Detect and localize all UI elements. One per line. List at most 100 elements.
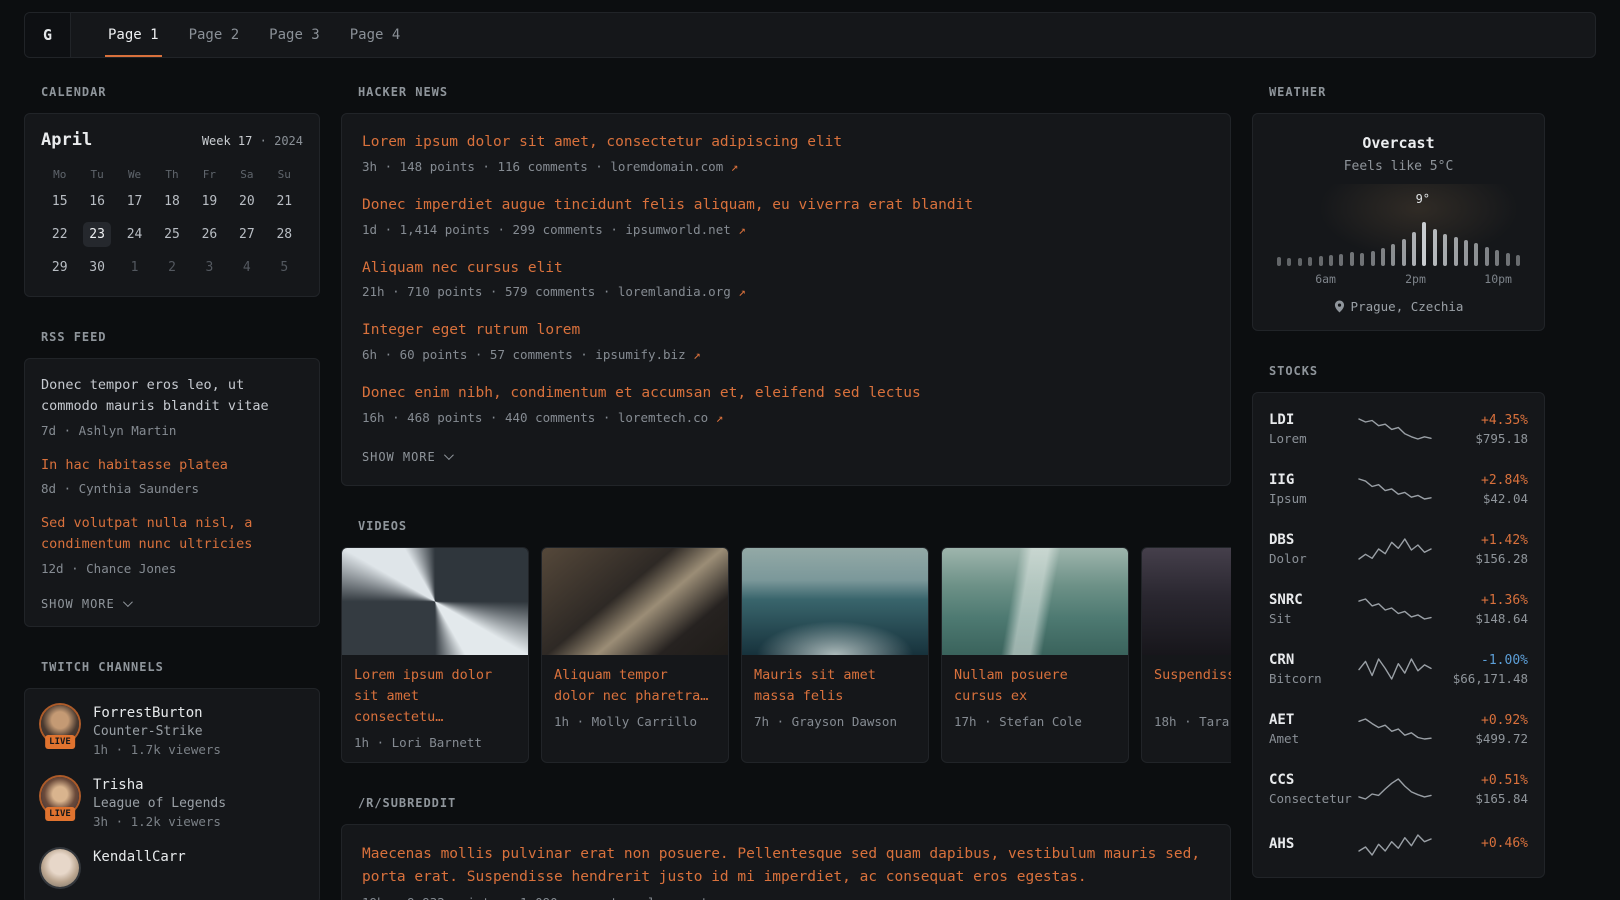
- stock-name: Amet: [1269, 731, 1357, 746]
- weather-bar: [1402, 239, 1406, 266]
- calendar-week-year: Week 17 · 2024: [202, 134, 303, 148]
- videos-section-title: VIDEOS: [358, 519, 1214, 533]
- stock-name: Sit: [1269, 611, 1357, 626]
- hn-item-meta: 16h · 468 points · 440 comments · loremt…: [362, 410, 1210, 425]
- hn-meta-text: 21h · 710 points · 579 comments · loreml…: [362, 284, 731, 299]
- video-card-body: Suspendisse diam 18h · Tara: [1142, 655, 1231, 741]
- rss-item-link[interactable]: In hac habitasse platea: [41, 455, 228, 476]
- middle-column: HACKER NEWS Lorem ipsum dolor sit amet, …: [341, 85, 1231, 900]
- calendar-day: 5: [270, 255, 298, 280]
- hn-item-link[interactable]: Donec imperdiet augue tincidunt felis al…: [362, 195, 973, 217]
- stocks-widget: STOCKS LDI Lorem +4.35% $795.18 IIG: [1252, 364, 1545, 878]
- weather-bar: [1329, 255, 1333, 266]
- weather-section-title: WEATHER: [1269, 85, 1528, 99]
- stock-row: CRN Bitcorn -1.00% $66,171.48: [1269, 639, 1528, 699]
- weather-bar: [1443, 234, 1447, 266]
- calendar-card: April Week 17 · 2024 MoTuWeThFrSaSu 1516…: [24, 113, 320, 297]
- stock-row: AET Amet +0.92% $499.72: [1269, 699, 1528, 759]
- video-title-link[interactable]: Lorem ipsum dolor sit amet consectetu…: [354, 665, 516, 728]
- rss-item-link[interactable]: Sed volutpat nulla nisl, a condimentum n…: [41, 513, 303, 556]
- calendar-section-title: CALENDAR: [41, 85, 303, 99]
- external-link-icon[interactable]: ↗: [738, 222, 746, 237]
- rss-show-more-button[interactable]: SHOW MORE: [41, 597, 130, 611]
- stock-price: $148.64: [1432, 611, 1528, 626]
- live-badge: LIVE: [45, 735, 75, 749]
- stock-ticker: CCS: [1269, 772, 1357, 788]
- video-title-link[interactable]: Suspendisse diam: [1154, 665, 1231, 707]
- stock-quote: +1.36% $148.64: [1432, 593, 1528, 626]
- video-thumbnail[interactable]: [1142, 548, 1231, 655]
- channel-viewers: 3h · 1.2k viewers: [93, 814, 226, 829]
- twitch-channel-row[interactable]: KendallCarr: [41, 849, 303, 887]
- rss-item: In hac habitasse platea 8d · Cynthia Sau…: [41, 455, 303, 496]
- external-link-icon[interactable]: ↗: [738, 284, 746, 299]
- video-thumbnail[interactable]: [542, 548, 728, 655]
- rss-item-link[interactable]: Donec tempor eros leo, ut commodo mauris…: [41, 375, 303, 418]
- hn-meta-text: 3h · 148 points · 116 comments · loremdo…: [362, 159, 723, 174]
- stock-price: $795.18: [1432, 431, 1528, 446]
- hn-item-link[interactable]: Lorem ipsum dolor sit amet, consectetur …: [362, 132, 842, 154]
- video-thumbnail[interactable]: [342, 548, 528, 655]
- hn-item: Donec enim nibh, condimentum et accumsan…: [362, 383, 1210, 425]
- video-thumbnail[interactable]: [742, 548, 928, 655]
- external-link-icon[interactable]: ↗: [731, 159, 739, 174]
- app-logo[interactable]: G: [25, 13, 71, 57]
- streamer-avatar: LIVE: [41, 777, 79, 815]
- calendar-week: Week 17: [202, 134, 253, 148]
- stock-ticker: AET: [1269, 712, 1357, 728]
- stock-id: SNRC Sit: [1269, 592, 1357, 626]
- stock-ticker: LDI: [1269, 412, 1357, 428]
- tab-page-1[interactable]: Page 1: [99, 13, 168, 57]
- tab-page-2[interactable]: Page 2: [180, 13, 249, 57]
- tab-page-4[interactable]: Page 4: [341, 13, 410, 57]
- video-card-body: Mauris sit amet massa felis 7h · Grayson…: [742, 655, 928, 741]
- weather-bar: [1454, 237, 1458, 266]
- calendar-widget: CALENDAR April Week 17 · 2024 MoTuWeThFr…: [24, 85, 320, 297]
- weather-bar: [1474, 243, 1478, 266]
- hn-item-link[interactable]: Donec enim nibh, condimentum et accumsan…: [362, 383, 921, 405]
- weather-widget: WEATHER Overcast Feels like 5°C 9° 6am 2…: [1252, 85, 1545, 331]
- stock-name: Dolor: [1269, 551, 1357, 566]
- tab-page-3[interactable]: Page 3: [260, 13, 329, 57]
- stock-change: +0.51%: [1432, 773, 1528, 788]
- video-title-link[interactable]: Mauris sit amet massa felis: [754, 665, 916, 707]
- time-label: 10pm: [1484, 272, 1512, 286]
- video-card: Aliquam tempor dolor nec pharetra… 1h · …: [541, 547, 729, 763]
- hn-show-more-button[interactable]: SHOW MORE: [362, 450, 451, 464]
- external-link-icon[interactable]: ↗: [693, 347, 701, 362]
- weather-condition: Overcast: [1269, 134, 1528, 152]
- channel-name: ForrestBurton: [93, 705, 221, 721]
- twitch-widget: TWITCH CHANNELS LIVE ForrestBurton Count…: [24, 660, 320, 900]
- video-card: Lorem ipsum dolor sit amet consectetu… 1…: [341, 547, 529, 763]
- stock-sparkline: [1357, 536, 1432, 562]
- calendar-day: 17: [121, 189, 149, 214]
- stock-row: DBS Dolor +1.42% $156.28: [1269, 519, 1528, 579]
- stock-sparkline: [1357, 832, 1432, 858]
- live-badge: LIVE: [45, 807, 75, 821]
- calendar-month: April: [41, 130, 92, 150]
- calendar-day: 25: [158, 222, 186, 247]
- stock-ticker: CRN: [1269, 652, 1357, 668]
- hn-item-link[interactable]: Aliquam nec cursus elit: [362, 258, 563, 280]
- video-title-link[interactable]: Nullam posuere cursus ex: [954, 665, 1116, 707]
- external-link-icon[interactable]: ↗: [716, 410, 724, 425]
- videos-row: Lorem ipsum dolor sit amet consectetu… 1…: [341, 547, 1231, 763]
- external-link-icon[interactable]: ↗: [746, 895, 754, 900]
- twitch-channel-row[interactable]: LIVE Trisha League of Legends 3h · 1.2k …: [41, 777, 303, 829]
- channel-viewers: 1h · 1.7k viewers: [93, 742, 221, 757]
- video-title-link[interactable]: Aliquam tempor dolor nec pharetra…: [554, 665, 716, 707]
- twitch-channel-row[interactable]: LIVE ForrestBurton Counter-Strike 1h · 1…: [41, 705, 303, 757]
- video-card: Mauris sit amet massa felis 7h · Grayson…: [741, 547, 929, 763]
- reddit-post-link[interactable]: Maecenas mollis pulvinar erat non posuer…: [362, 843, 1210, 891]
- video-thumbnail[interactable]: [942, 548, 1128, 655]
- weather-bar: [1464, 240, 1468, 266]
- reddit-post-meta: 19h · 9,932 points · 1,090 comments · lo…: [362, 895, 1210, 900]
- calendar-day: 4: [233, 255, 261, 280]
- stock-change: +4.35%: [1432, 413, 1528, 428]
- weekday-label: Su: [266, 168, 303, 181]
- twitch-card: LIVE ForrestBurton Counter-Strike 1h · 1…: [24, 688, 320, 900]
- hn-item-link[interactable]: Integer eget rutrum lorem: [362, 320, 580, 342]
- stock-row: SNRC Sit +1.36% $148.64: [1269, 579, 1528, 639]
- calendar-day: 19: [195, 189, 223, 214]
- calendar-date-grid: 1516171819202122232425262728293012345: [41, 189, 303, 280]
